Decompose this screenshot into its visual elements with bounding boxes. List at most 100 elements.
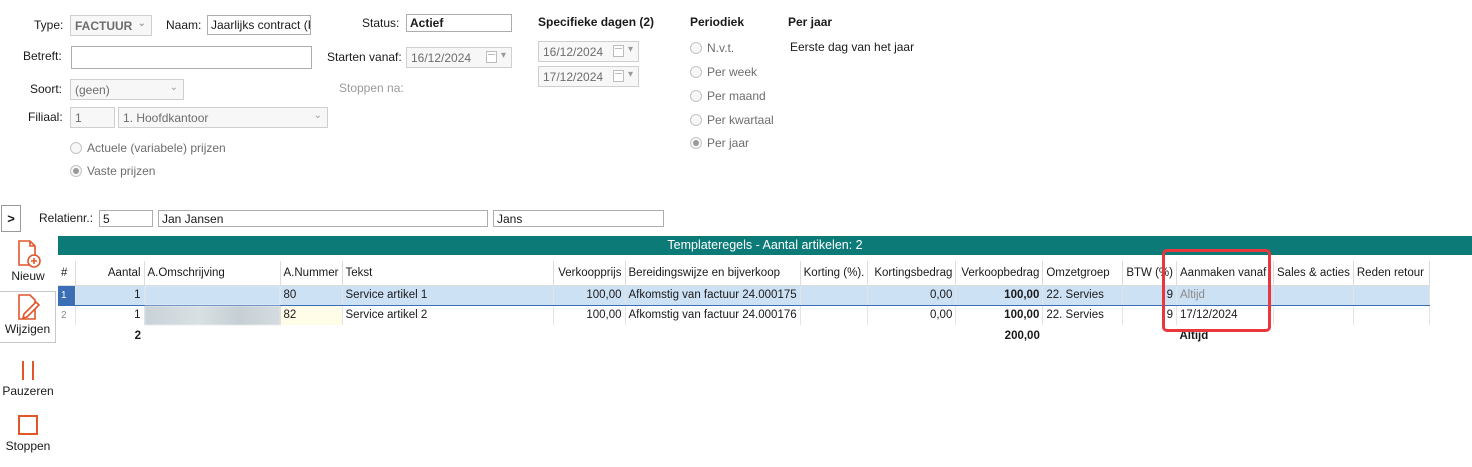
radio-per-jaar[interactable]: Per jaar [690, 136, 749, 150]
relatienr-input[interactable]: 5 [99, 210, 153, 227]
row-number: 2 [58, 305, 76, 326]
col-header[interactable]: # [58, 261, 76, 286]
col-header[interactable]: Bereidingswijze en bijverkoop [625, 261, 801, 286]
filiaal-nr[interactable]: 1 [70, 107, 115, 128]
specifieke-date-2[interactable]: 17/12/2024 ▾ [538, 66, 639, 87]
highlight-box [1162, 249, 1271, 332]
col-header[interactable]: A.Nummer [280, 261, 343, 286]
cell-korting[interactable] [800, 305, 869, 326]
col-header[interactable]: Korting (%). [800, 261, 869, 286]
cell-omzetgroep[interactable]: 22. Servies [1042, 284, 1124, 306]
radio-vaste-prijzen[interactable]: Vaste prijzen [70, 164, 155, 178]
starten-date[interactable]: 16/12/2024 ▾ [406, 47, 512, 68]
cell-omschrijving-redacted[interactable] [144, 305, 281, 326]
cell-reden[interactable] [1353, 284, 1430, 306]
radio-per-kwartaal[interactable]: Per kwartaal [690, 113, 774, 127]
radio-label: Per kwartaal [707, 113, 774, 127]
wijzigen-button[interactable]: Wijzigen [0, 291, 56, 343]
specifieke-date-1[interactable]: 16/12/2024 ▾ [538, 41, 639, 62]
relatie-name-input[interactable]: Jan Jansen [158, 210, 488, 227]
cell-aantal[interactable]: 1 [75, 305, 145, 326]
per-jaar-value: Eerste dag van het jaar [790, 40, 915, 54]
col-header[interactable]: Reden retour [1353, 261, 1430, 286]
radio-per-week[interactable]: Per week [690, 65, 757, 79]
cell-nummer[interactable]: 82 [280, 305, 343, 326]
soort-select[interactable]: (geen) ⌄ [70, 79, 184, 100]
cell-tekst[interactable]: Service artikel 1 [342, 284, 554, 306]
cell-korting[interactable] [800, 284, 869, 306]
radio-circle [690, 90, 702, 102]
cell-verkoopbedrag[interactable]: 100,00 [955, 284, 1044, 306]
relatienr-label: Relatienr.: [39, 211, 94, 225]
cell-kortingsbedrag[interactable]: 0,00 [867, 305, 957, 326]
cell-bereiding[interactable]: Afkomstig van factuur 24.000176 [625, 305, 801, 326]
radio-label: Per maand [707, 89, 766, 103]
pauzeren-label: Pauzeren [2, 384, 54, 398]
pauzeren-button[interactable]: Pauzeren [0, 358, 56, 398]
wijzigen-label: Wijzigen [4, 322, 51, 336]
betreft-label: Betreft: [23, 49, 62, 63]
naam-input[interactable]: Jaarlijks contract (F [207, 15, 311, 35]
chevron-down-icon: ⌄ [313, 110, 322, 121]
cell-verkoopbedrag[interactable]: 100,00 [955, 305, 1044, 326]
expand-toggle-button[interactable]: > [1, 205, 21, 232]
status-field: Actief [406, 14, 512, 32]
date-value: 16/12/2024 [543, 45, 604, 59]
specifieke-title: Specifieke dagen (2) [538, 15, 655, 29]
radio-circle [690, 114, 702, 126]
col-header[interactable]: A.Omschrijving [144, 261, 281, 286]
col-header[interactable]: Verkoopprijs [553, 261, 626, 286]
cell-reden[interactable] [1353, 305, 1430, 326]
date-value: 17/12/2024 [543, 70, 604, 84]
chevron-down-icon: ⌄ [137, 18, 146, 29]
edit-document-icon [17, 294, 40, 320]
col-header[interactable]: Omzetgroep [1042, 261, 1124, 286]
radio-actuele-prijzen[interactable]: Actuele (variabele) prijzen [70, 141, 226, 155]
col-header[interactable]: Aantal [75, 261, 145, 286]
footer-aantal-total: 2 [134, 330, 141, 343]
calendar-icon [613, 70, 624, 82]
radio-label: N.v.t. [707, 41, 735, 55]
relatie-short-input[interactable]: Jans [493, 210, 664, 227]
cell-bereiding[interactable]: Afkomstig van factuur 24.000175 [625, 284, 801, 306]
nieuw-label: Nieuw [11, 269, 45, 283]
soort-label: Soort: [30, 82, 63, 96]
starten-value: 16/12/2024 [411, 51, 472, 65]
stoppen-button[interactable]: Stoppen [0, 413, 56, 453]
betreft-input[interactable] [71, 46, 312, 69]
calendar-icon [613, 45, 624, 57]
col-header[interactable]: Verkoopbedrag [955, 261, 1044, 286]
cell-omschrijving-redacted[interactable] [144, 284, 281, 306]
col-header[interactable]: Tekst [342, 261, 554, 286]
col-header[interactable]: Sales & acties [1273, 261, 1354, 286]
stop-icon [18, 415, 38, 435]
pause-icon [22, 361, 34, 380]
radio-per-maand[interactable]: Per maand [690, 89, 766, 103]
radio-label: Actuele (variabele) prijzen [87, 141, 226, 155]
radio-circle-selected [690, 137, 702, 149]
filiaal-select[interactable]: 1. Hoofdkantoor ⌄ [118, 107, 328, 128]
cell-nummer[interactable]: 80 [280, 284, 343, 306]
soort-value: (geen) [75, 83, 110, 97]
cell-verkoopprijs[interactable]: 100,00 [553, 284, 626, 306]
radio-label: Vaste prijzen [87, 164, 156, 178]
row-number: 1 [58, 284, 76, 306]
filiaal-value: 1. Hoofdkantoor [123, 111, 209, 125]
type-value: FACTUUR [75, 19, 133, 33]
chevron-down-icon: ⌄ [169, 82, 178, 93]
type-select[interactable]: FACTUUR ⌄ [70, 15, 152, 36]
cell-tekst[interactable]: Service artikel 2 [342, 305, 554, 326]
radio-circle [690, 66, 702, 78]
col-header[interactable]: Kortingsbedrag [867, 261, 957, 286]
radio-nvt[interactable]: N.v.t. [690, 41, 734, 55]
cell-aantal[interactable]: 1 [75, 284, 145, 306]
nieuw-button[interactable]: Nieuw [0, 239, 56, 283]
radio-label: Per week [707, 65, 758, 79]
cell-sales[interactable] [1273, 305, 1354, 326]
periodiek-title: Periodiek [690, 15, 745, 29]
cell-kortingsbedrag[interactable]: 0,00 [867, 284, 957, 306]
cell-verkoopprijs[interactable]: 100,00 [553, 305, 626, 326]
type-label: Type: [34, 18, 64, 32]
cell-omzetgroep[interactable]: 22. Servies [1042, 305, 1124, 326]
cell-sales[interactable] [1273, 284, 1354, 306]
